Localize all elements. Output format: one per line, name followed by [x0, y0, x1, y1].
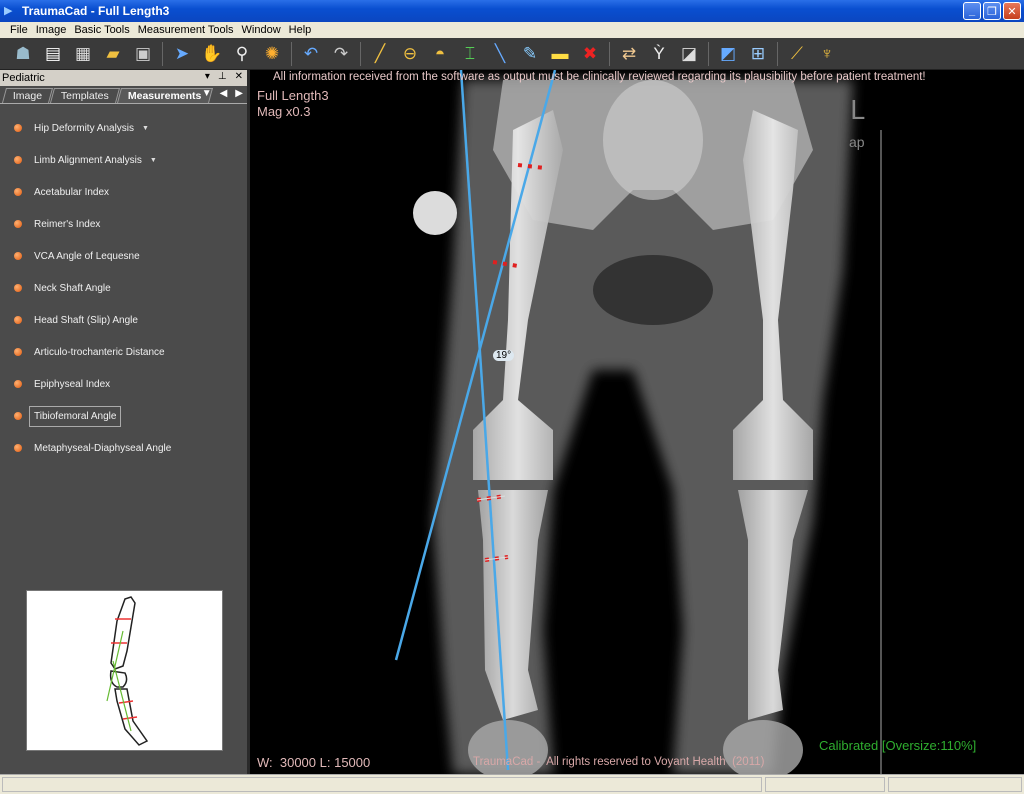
- angle-icon[interactable]: ⟋: [784, 41, 810, 67]
- measure-metaphyseal-diaphyseal[interactable]: Metaphyseal-Diaphyseal Angle: [0, 432, 247, 464]
- circle-tool-icon[interactable]: ⊖: [397, 41, 423, 67]
- measure-tibiofemoral-angle[interactable]: Tibiofemoral Angle: [0, 400, 247, 432]
- magnification: Mag x0.3: [257, 104, 311, 119]
- menu-measurement-tools[interactable]: Measurement Tools: [138, 24, 234, 36]
- calibration-status: Calibrated [Oversize:110%]: [819, 738, 977, 753]
- bullet-icon: [14, 156, 22, 164]
- disclaimer-text: All information received from the softwa…: [273, 71, 926, 83]
- status-cell: [765, 777, 885, 792]
- delete-icon[interactable]: ✖: [577, 41, 603, 67]
- panel-tabs: Image Templates Measurements ▼ ◀ ▶: [0, 86, 247, 104]
- pointer-icon[interactable]: ➤: [169, 41, 195, 67]
- measure-vca-angle[interactable]: VCA Angle of Lequesne: [0, 240, 247, 272]
- menu-file[interactable]: File: [10, 24, 28, 36]
- measurement-preview-image: [26, 590, 223, 751]
- zoom-icon[interactable]: ⚲: [229, 41, 255, 67]
- grid-icon[interactable]: ▦: [70, 41, 96, 67]
- title-bar: ▶ TraumaCad - Full Length3 _ ❐ ✕: [0, 0, 1024, 22]
- tab-templates[interactable]: Templates: [50, 88, 121, 103]
- panel-title: Pediatric: [2, 72, 45, 84]
- maximize-button[interactable]: ❐: [983, 2, 1001, 20]
- measure-acetabular-index[interactable]: Acetabular Index: [0, 176, 247, 208]
- measure-epiphyseal-index[interactable]: Epiphyseal Index: [0, 368, 247, 400]
- patient-icon[interactable]: ☗: [10, 41, 36, 67]
- caliper-icon[interactable]: ⌶: [457, 41, 483, 67]
- close-button[interactable]: ✕: [1003, 2, 1021, 20]
- image-viewer[interactable]: All information received from the softwa…: [253, 70, 1021, 774]
- copyright-text: TraumaCad - All rights reserved to Voyan…: [473, 756, 765, 768]
- calibrate-icon[interactable]: ◩: [715, 41, 741, 67]
- side-marker: L: [850, 96, 865, 126]
- open-icon[interactable]: ▰: [100, 41, 126, 67]
- panel-header: Pediatric ▾ ⊥ ✕: [0, 70, 247, 86]
- submenu-arrow-icon: ▼: [149, 156, 157, 164]
- line-ruler-icon[interactable]: ╱: [367, 41, 393, 67]
- window-level: W: 30000 L: 15000: [257, 755, 371, 770]
- minimize-button[interactable]: _: [963, 2, 981, 20]
- menu-window[interactable]: Window: [242, 24, 281, 36]
- tab-measurements[interactable]: Measurements: [117, 88, 213, 103]
- menu-bar: File Image Basic Tools Measurement Tools…: [0, 22, 1024, 38]
- save-icon[interactable]: ▣: [130, 41, 156, 67]
- tab-list-icon[interactable]: ▼: [202, 88, 212, 99]
- measurements-panel: Pediatric ▾ ⊥ ✕ Image Templates Measurem…: [0, 70, 250, 774]
- panel-close-icon[interactable]: ✕: [235, 71, 243, 82]
- measurement-list: Hip Deformity Analysis ▼ Limb Alignment A…: [0, 104, 247, 464]
- bullet-icon: [14, 220, 22, 228]
- tab-image[interactable]: Image: [1, 88, 54, 103]
- pan-hand-icon[interactable]: ✋: [199, 41, 225, 67]
- layout-icon[interactable]: ⊞: [745, 41, 771, 67]
- angle-label[interactable]: 19°: [493, 350, 515, 361]
- bullet-icon: [14, 412, 22, 420]
- panel-menu-icon[interactable]: ▾: [205, 71, 210, 82]
- new-icon[interactable]: ▤: [40, 41, 66, 67]
- measure-hip-deformity[interactable]: Hip Deformity Analysis ▼: [0, 112, 247, 144]
- status-bar: [0, 774, 1024, 794]
- template-icon[interactable]: ◪: [676, 41, 702, 67]
- view-marker: ap: [849, 134, 865, 150]
- image-name: Full Length3: [257, 88, 329, 103]
- hip-icon[interactable]: ♆: [814, 41, 840, 67]
- arc-tool-icon[interactable]: ◓: [427, 41, 453, 67]
- bullet-icon: [14, 380, 22, 388]
- bullet-icon: [14, 316, 22, 324]
- measure-reimers-index[interactable]: Reimer's Index: [0, 208, 247, 240]
- brightness-icon[interactable]: ✺: [259, 41, 285, 67]
- pen-icon[interactable]: ✎: [517, 41, 543, 67]
- pin-icon[interactable]: ⊥: [218, 71, 227, 82]
- tab-prev-icon[interactable]: ◀: [220, 88, 228, 99]
- xray-image: [253, 70, 1021, 774]
- app-icon: ▶: [4, 5, 13, 17]
- menu-image[interactable]: Image: [36, 24, 67, 36]
- compare-icon[interactable]: ⇄: [616, 41, 642, 67]
- bone-icon[interactable]: Ỳ: [646, 41, 672, 67]
- menu-help[interactable]: Help: [289, 24, 312, 36]
- bullet-icon: [14, 284, 22, 292]
- note-icon[interactable]: ▬: [547, 41, 573, 67]
- status-cell: [888, 777, 1022, 792]
- toolbar: ☗ ▤ ▦ ▰ ▣ ➤ ✋ ⚲ ✺ ↶ ↷ ╱ ⊖ ◓ ⌶ ╲ ✎ ▬ ✖ ⇄ …: [0, 38, 1024, 70]
- bullet-icon: [14, 444, 22, 452]
- menu-basic-tools[interactable]: Basic Tools: [74, 24, 129, 36]
- measure-articulo-trochanteric[interactable]: Articulo-trochanteric Distance: [0, 336, 247, 368]
- measure-limb-alignment[interactable]: Limb Alignment Analysis ▼: [0, 144, 247, 176]
- redo-icon[interactable]: ↷: [328, 41, 354, 67]
- measure-head-shaft-angle[interactable]: Head Shaft (Slip) Angle: [0, 304, 247, 336]
- submenu-arrow-icon: ▼: [142, 124, 149, 132]
- bullet-icon: [14, 348, 22, 356]
- undo-icon[interactable]: ↶: [298, 41, 324, 67]
- tab-next-icon[interactable]: ▶: [235, 88, 243, 99]
- status-cell: [2, 777, 762, 792]
- straight-line-icon[interactable]: ╲: [487, 41, 513, 67]
- bullet-icon: [14, 124, 22, 132]
- bullet-icon: [14, 252, 22, 260]
- calibration-ball: [413, 191, 457, 235]
- measure-neck-shaft-angle[interactable]: Neck Shaft Angle: [0, 272, 247, 304]
- window-title: TraumaCad - Full Length3: [22, 4, 170, 18]
- bullet-icon: [14, 188, 22, 196]
